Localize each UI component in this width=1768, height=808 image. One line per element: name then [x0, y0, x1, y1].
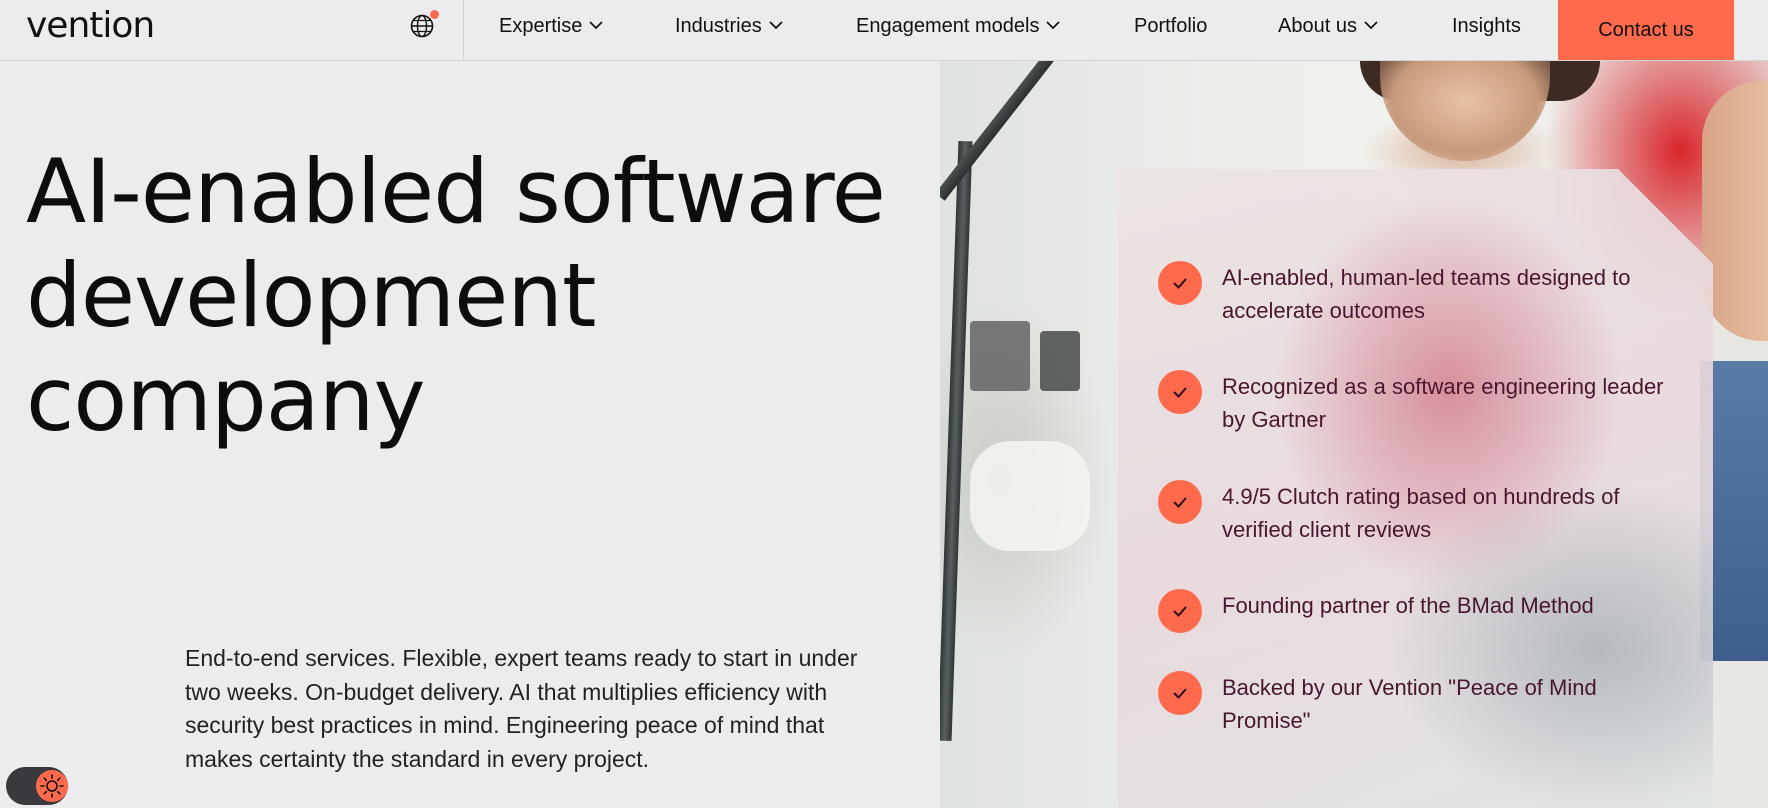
nav-item-label: Expertise	[499, 15, 583, 37]
check-icon	[1158, 370, 1202, 414]
feature-item: Founding partner of the BMad Method	[1158, 589, 1678, 633]
nav-item-engagement-models[interactable]: Engagement models	[856, 0, 1061, 52]
check-icon	[1158, 261, 1202, 305]
check-icon	[1158, 480, 1202, 524]
feature-text: AI-enabled, human-led teams designed to …	[1222, 265, 1631, 323]
nav-item-insights[interactable]: Insights	[1452, 0, 1521, 52]
nav-item-label: Portfolio	[1134, 15, 1208, 37]
check-icon	[1158, 671, 1202, 715]
chevron-down-icon	[769, 21, 783, 30]
feature-text: Recognized as a software engineering lea…	[1222, 374, 1664, 432]
hero-title: AI-enabled software development company	[26, 140, 906, 452]
sun-icon	[40, 774, 64, 798]
photo-object	[970, 321, 1030, 391]
notification-dot	[430, 10, 439, 19]
nav-item-label: Industries	[675, 15, 762, 37]
hero-title-line: company	[26, 348, 426, 451]
features-card: AI-enabled, human-led teams designed to …	[1118, 169, 1713, 808]
nav-item-label: Insights	[1452, 15, 1521, 37]
feature-text: Founding partner of the BMad Method	[1222, 593, 1594, 618]
contact-us-button[interactable]: Contact us	[1558, 0, 1734, 60]
feature-item: Recognized as a software engineering lea…	[1158, 370, 1678, 436]
nav-item-label: About us	[1278, 15, 1357, 37]
chevron-down-icon	[1046, 21, 1061, 30]
nav-item-portfolio[interactable]: Portfolio	[1134, 0, 1207, 52]
nav-item-industries[interactable]: Industries	[675, 0, 784, 52]
check-icon	[1158, 589, 1202, 633]
lamp-arm	[940, 61, 1062, 201]
logo[interactable]: vention	[26, 6, 155, 46]
feature-item: Backed by our Vention "Peace of Mind Pro…	[1158, 671, 1678, 737]
chevron-down-icon	[589, 21, 603, 30]
nav-item-about-us[interactable]: About us	[1278, 0, 1379, 52]
lamp-pole	[940, 140, 973, 742]
person-face	[1380, 61, 1550, 161]
feature-item: AI-enabled, human-led teams designed to …	[1158, 261, 1678, 327]
site-header: vention Expertise Industries Engagement …	[0, 0, 1768, 61]
feature-item: 4.9/5 Clutch rating based on hundreds of…	[1158, 480, 1678, 546]
hero-title-line: development	[26, 244, 597, 347]
hero-description: End-to-end services. Flexible, expert te…	[185, 645, 858, 772]
theme-toggle-knob	[36, 770, 68, 802]
feature-text: 4.9/5 Clutch rating based on hundreds of…	[1222, 484, 1620, 542]
theme-toggle[interactable]	[6, 767, 68, 805]
feature-text: Backed by our Vention "Peace of Mind Pro…	[1222, 675, 1597, 733]
nav-item-label: Engagement models	[856, 15, 1040, 37]
chevron-down-icon	[1364, 21, 1378, 30]
photo-object	[1040, 331, 1080, 391]
hero-title-line: AI-enabled software	[26, 140, 886, 243]
photo-object	[970, 441, 1090, 551]
header-divider	[463, 0, 464, 61]
nav-item-expertise[interactable]: Expertise	[499, 0, 604, 52]
